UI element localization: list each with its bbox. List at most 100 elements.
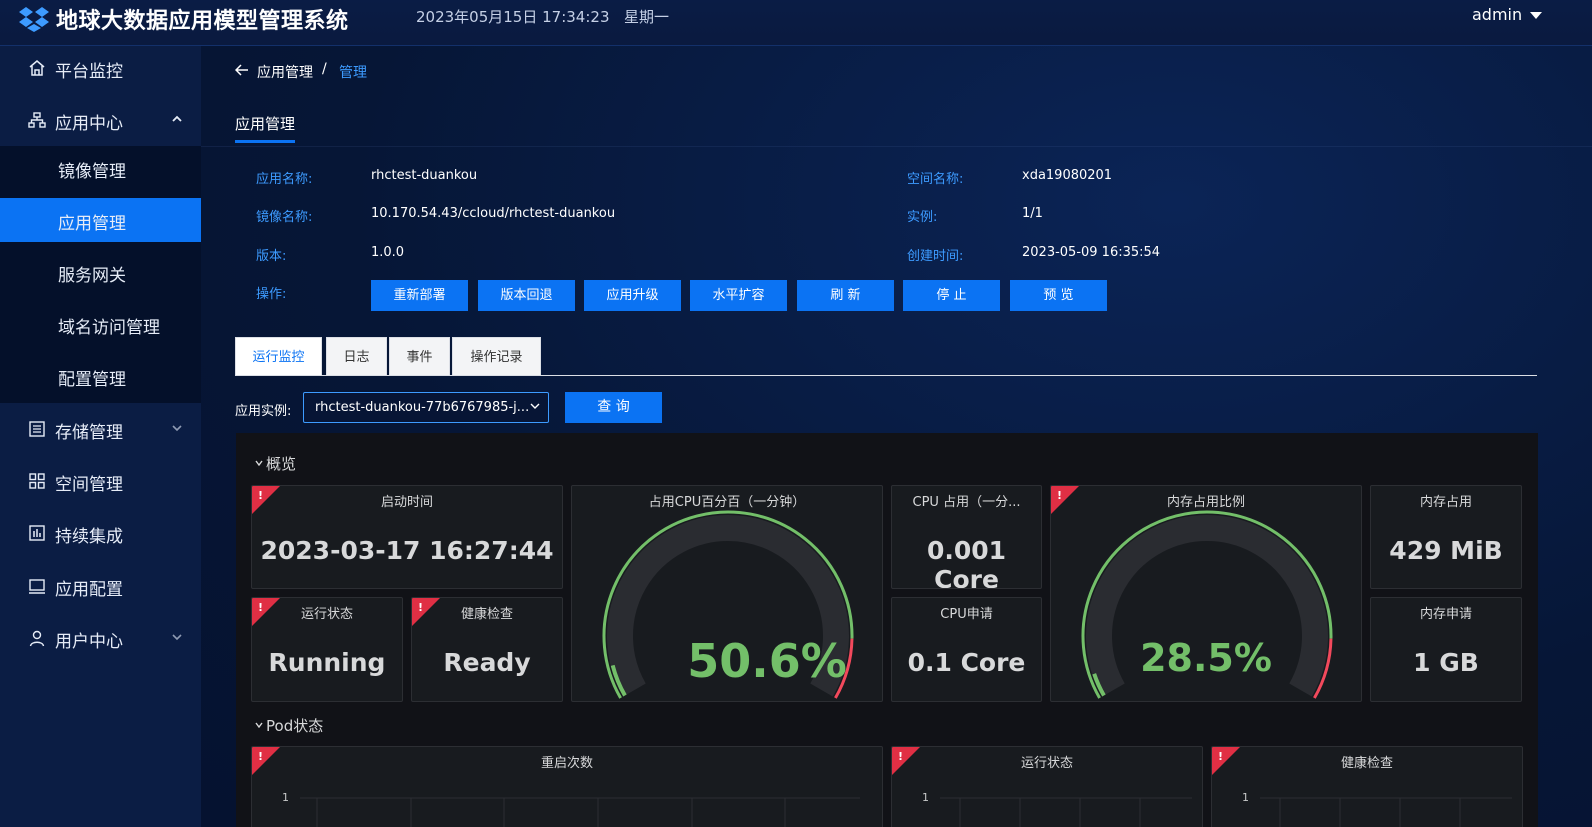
page-tab-indicator [235,140,295,143]
sidebar-item-ci[interactable]: 持续集成 [0,511,201,555]
system-title: 地球大数据应用模型管理系统 [56,9,349,34]
chart-icon [29,525,45,541]
top-bar: 地球大数据应用模型管理系统 2023年05月15日 17:34:23 星期一 a… [0,0,1592,46]
sitemap-icon [28,112,46,128]
pod-run-state-panel: ! 运行状态 1 [891,746,1203,827]
sidebar-item-storage[interactable]: 存储管理 [0,407,201,451]
user-icon [29,630,45,647]
sidebar-subitem-label: 配置管理 [58,370,126,390]
space-name-label: 空间名称: [907,172,964,187]
tab-operation-log[interactable]: 操作记录 [452,337,541,376]
memory-request-panel: 内存申请 1 GB [1370,597,1522,702]
divider [201,146,1592,147]
sidebar-item-app-config[interactable]: 应用配置 [0,564,201,608]
instance-value: 1/1 [1022,206,1043,221]
caret-down-icon[interactable] [1530,12,1542,19]
run-state-value: Running [268,648,386,677]
sidebar-item-label: 应用配置 [55,580,123,600]
app-name-value: rhctest-duankou [371,168,478,183]
current-weekday: 星期一 [624,8,670,26]
grid-icon [29,473,45,489]
cpu-request-panel: CPU申请 0.1 Core [891,597,1042,702]
sidebar-item-label: 平台监控 [55,62,123,82]
panel-title: 运行状态 [300,607,353,622]
sidebar-subitem-service-gateway[interactable]: 服务网关 [0,250,201,294]
sidebar-item-platform-monitor[interactable]: 平台监控 [0,46,201,90]
restart-count-panel: ! 重启次数 1 [251,746,883,827]
sidebar-item-label: 空间管理 [55,475,123,495]
start-time-panel: ! 启动时间 2023-03-17 16:27:44 [251,485,563,589]
created-time-label: 创建时间: [907,249,964,264]
upgrade-button[interactable]: 应用升级 [584,280,681,311]
back-arrow-icon[interactable] [235,64,249,76]
pod-status-section-title[interactable]: Pod状态 [266,715,323,736]
sidebar-item-app-center[interactable]: 应用中心 [0,98,201,142]
tab-log[interactable]: 日志 [326,337,387,376]
breadcrumb-current: 管理 [339,65,367,81]
cpu-gauge-value: 50.6% [687,634,847,688]
pod-health-panel: ! 健康检查 1 [1211,746,1523,827]
sidebar-item-space[interactable]: 空间管理 [0,459,201,503]
restart-chart-grid [300,797,860,827]
chevron-down-icon[interactable] [255,460,263,466]
instance-select-label: 应用实例: [235,404,292,419]
sidebar-item-user-center[interactable]: 用户中心 [0,616,201,660]
sidebar-subitem-app-manage[interactable]: 应用管理 [0,198,201,242]
operations-label: 操作: [256,287,287,302]
chevron-down-icon [172,425,182,432]
memory-usage-panel: 内存占用 429 MiB [1370,485,1522,589]
rollback-button[interactable]: 版本回退 [478,280,575,311]
chevron-up-icon [172,115,182,122]
tab-run-monitor[interactable]: 运行监控 [235,337,322,376]
instance-select[interactable]: rhctest-duankou-77b6767985-j... [303,392,549,423]
cpu-request-value: 0.1 Core [907,648,1026,677]
chevron-down-icon [172,634,182,641]
version-value: 1.0.0 [371,245,405,260]
page-tab-app-manage[interactable]: 应用管理 [235,113,295,134]
current-datetime: 2023年05月15日 17:34:23 [416,8,610,26]
cpu-usage-value: 0.001 Core [926,536,1007,589]
sidebar-subitem-domain-access[interactable]: 域名访问管理 [0,302,201,346]
panel-title: 内存占用 [1419,495,1472,510]
panel-title: CPU 占用（一分... [912,495,1021,510]
sidebar-subitem-label: 服务网关 [58,266,126,286]
refresh-button[interactable]: 刷 新 [797,280,894,311]
image-name-label: 镜像名称: [256,210,313,225]
health-check-value: Ready [443,648,531,677]
image-name-value: 10.170.54.43/ccloud/rhctest-duankou [371,206,616,221]
cpu-gauge-panel: 占用CPU百分百（一分钟） 50.6% [571,485,883,702]
breadcrumb-parent[interactable]: 应用管理 [257,62,313,82]
sidebar-item-label: 存储管理 [55,423,123,443]
space-name-value: xda19080201 [1022,168,1113,183]
memory-gauge-value: 28.5% [1140,636,1272,680]
sidebar-subitem-label: 应用管理 [58,214,126,234]
sidebar-item-label: 持续集成 [55,527,123,547]
cpu-usage-panel: CPU 占用（一分... 0.001 Core [891,485,1042,589]
panel-title: 启动时间 [380,495,433,510]
panel-title: 健康检查 [460,607,513,622]
instance-label: 实例: [907,210,938,225]
run-state-panel: ! 运行状态 Running [251,597,403,702]
query-button[interactable]: 查 询 [565,392,662,423]
memory-request-value: 1 GB [1413,648,1479,677]
tab-event[interactable]: 事件 [389,337,450,376]
main-content: 应用管理 / 管理 应用管理 应用名称: rhctest-duankou 镜像名… [201,46,1592,827]
memory-usage-value: 429 MiB [1389,536,1503,565]
instance-select-value: rhctest-duankou-77b6767985-j... [315,400,530,415]
dropbox-logo-icon [19,7,49,32]
scale-out-button[interactable]: 水平扩容 [690,280,787,311]
user-menu[interactable]: admin [1472,5,1522,24]
redeploy-button[interactable]: 重新部署 [371,280,468,311]
overview-section-title[interactable]: 概览 [266,453,296,474]
sidebar-subitem-image-manage[interactable]: 镜像管理 [0,146,201,190]
stop-button[interactable]: 停 止 [903,280,1000,311]
sidebar: 平台监控 应用中心 镜像管理 应用管理 服务网关 域名访问管理 配置管理 存储管… [0,46,201,827]
sidebar-subitem-config-manage[interactable]: 配置管理 [0,354,201,398]
memory-gauge-panel: ! 内存占用比例 28.5% [1050,485,1362,702]
sidebar-item-label: 用户中心 [55,632,123,652]
chevron-down-icon[interactable] [255,722,263,728]
monitor-dashboard: 概览 ! 启动时间 2023-03-17 16:27:44 占用CPU百分百（一… [236,433,1538,827]
preview-button[interactable]: 预 览 [1010,280,1107,311]
breadcrumb-separator: / [322,61,327,77]
health-check-panel: ! 健康检查 Ready [411,597,563,702]
